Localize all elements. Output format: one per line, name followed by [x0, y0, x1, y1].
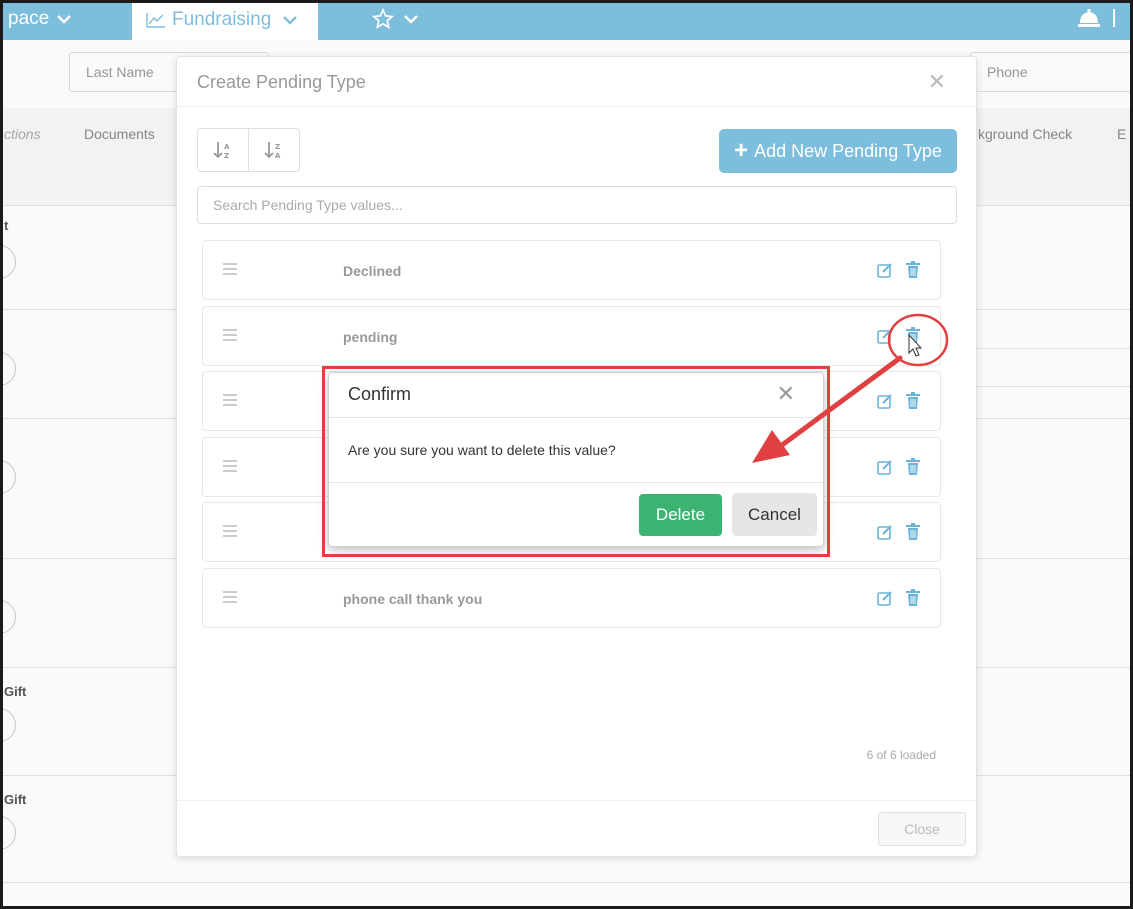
svg-text:Z: Z	[224, 152, 229, 159]
drag-handle-icon[interactable]	[223, 329, 237, 344]
add-button-label: Add New Pending Type	[754, 140, 942, 161]
sort-ascending-button[interactable]: AZ	[198, 129, 248, 171]
sort-alpha-desc-icon: ZA	[264, 142, 281, 159]
edit-icon[interactable]	[877, 328, 893, 344]
drag-handle-icon[interactable]	[223, 525, 237, 540]
workspace-menu[interactable]: pace	[8, 8, 72, 30]
drag-handle-icon[interactable]	[223, 394, 237, 409]
chevron-down-icon	[283, 16, 298, 25]
fundraising-label: Fundraising	[172, 9, 272, 30]
svg-text:A: A	[224, 143, 230, 151]
list-item-label: phone call thank you	[343, 591, 483, 607]
svg-text:Z: Z	[275, 143, 280, 151]
trash-icon[interactable]	[906, 392, 920, 409]
trash-icon[interactable]	[906, 589, 920, 606]
annotation-highlight-box	[322, 366, 830, 557]
workspace-label: pace	[8, 8, 50, 29]
list-item: pending	[202, 306, 941, 366]
chart-line-icon	[146, 13, 165, 28]
drag-handle-icon[interactable]	[223, 460, 237, 475]
trash-icon[interactable]	[906, 458, 920, 475]
edit-icon[interactable]	[877, 590, 893, 606]
fundraising-tab[interactable]: Fundraising	[132, 0, 318, 40]
modal-header: Create Pending Type ✕	[177, 57, 976, 107]
add-new-pending-type-button[interactable]: + Add New Pending Type	[719, 129, 957, 173]
list-item-label: Declined	[343, 263, 402, 279]
edit-icon[interactable]	[877, 262, 893, 278]
modal-title: Create Pending Type	[197, 72, 366, 92]
modal-footer: Close	[177, 800, 976, 856]
edit-icon[interactable]	[877, 393, 893, 409]
bell-icon[interactable]	[1077, 8, 1101, 28]
sort-alpha-asc-icon: AZ	[213, 142, 230, 159]
drag-handle-icon[interactable]	[223, 263, 237, 278]
nav-divider	[1113, 9, 1115, 27]
list-item-label: pending	[343, 329, 398, 345]
favorites-menu[interactable]	[372, 8, 418, 30]
edit-icon[interactable]	[877, 524, 893, 540]
star-icon	[372, 8, 394, 29]
search-input[interactable]	[197, 186, 957, 224]
list-item: phone call thank you	[202, 568, 941, 628]
sort-descending-button[interactable]: ZA	[248, 129, 299, 171]
svg-text:A: A	[275, 152, 281, 159]
plus-icon: +	[734, 137, 749, 164]
loaded-count: 6 of 6 loaded	[866, 748, 936, 762]
nav-right-tools	[1077, 8, 1115, 28]
close-button[interactable]: Close	[878, 812, 966, 846]
sort-button-group: AZ ZA	[197, 128, 300, 172]
list-item: Declined	[202, 240, 941, 300]
trash-icon[interactable]	[906, 523, 920, 540]
close-icon[interactable]: ✕	[928, 69, 946, 95]
top-navigation-bar: pace Fundraising	[0, 0, 1133, 40]
drag-handle-icon[interactable]	[223, 591, 237, 606]
chevron-down-icon	[57, 15, 72, 24]
chevron-down-icon	[404, 15, 418, 24]
trash-icon[interactable]	[906, 261, 920, 278]
trash-icon[interactable]	[906, 327, 920, 344]
edit-icon[interactable]	[877, 459, 893, 475]
